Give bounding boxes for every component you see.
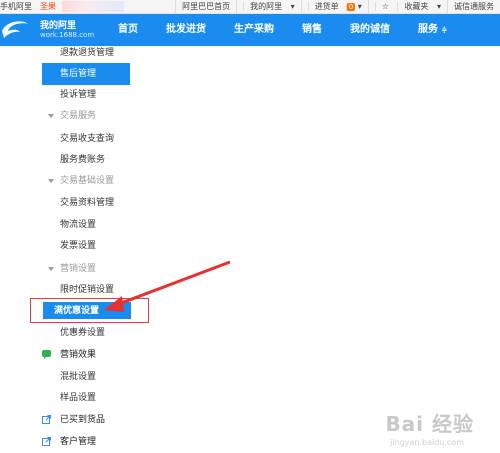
sidebar-item-trade-income[interactable]: 交易收支查询 xyxy=(0,128,130,150)
chevron-down-icon: ≑ xyxy=(441,26,448,34)
alibaba-logo-icon[interactable] xyxy=(0,18,32,40)
promo-link[interactable]: 圣果 xyxy=(40,0,56,13)
sidebar-group-marketing[interactable]: 营销设置 xyxy=(0,258,130,280)
my-alibaba-link[interactable]: 我的阿里 ▾ xyxy=(236,0,301,13)
brand-subtitle: work.1688.com xyxy=(40,31,95,39)
sidebar-group-trade-settings[interactable]: 交易基础设置 xyxy=(0,170,130,192)
external-link-icon xyxy=(42,437,51,446)
purchase-list-link[interactable]: 进货单 0 ▾ xyxy=(300,0,368,13)
sidebar-item-after-sales[interactable]: 售后管理 xyxy=(42,63,130,85)
nav-services[interactable]: 服务 ≑ xyxy=(404,14,461,46)
sidebar-item-marketing-effect[interactable]: 营销效果 xyxy=(0,344,130,366)
baidu-watermark-url: jingyan.baidu.com xyxy=(390,438,464,447)
sidebar-item-coupons[interactable]: 优惠券设置 xyxy=(0,322,130,344)
collapse-triangle-icon xyxy=(48,267,54,271)
baidu-watermark: Bai 经验 xyxy=(385,412,474,436)
chat-icon xyxy=(42,350,51,359)
alibaba-home-link[interactable]: 阿里巴巴首页 xyxy=(175,0,236,13)
sidebar-item-full-discount[interactable]: 满优惠设置 xyxy=(54,300,99,322)
top-utility-bar: 手机阿里 圣果 阿里巴巴首页 我的阿里 ▾ 进货单 0 ▾ ☆ 收藏夹 ▾ 诚信通… xyxy=(0,0,500,14)
star-icon: ☆ xyxy=(374,2,395,11)
brand-title: 我的阿里 xyxy=(40,21,77,31)
blurred-banner xyxy=(62,1,124,12)
sidebar-item-invoice[interactable]: 发票设置 xyxy=(0,235,130,257)
cart-count-badge: 0 xyxy=(345,3,356,11)
collapse-triangle-icon xyxy=(48,179,54,183)
nav-procurement[interactable]: 生产采购 xyxy=(220,14,288,46)
sidebar-item-logistics[interactable]: 物流设置 xyxy=(0,214,130,236)
sidebar-menu: 退款退货管理 售后管理 投诉管理 交易服务 交易收支查询 服务费账务 交易基础设… xyxy=(0,46,130,449)
sidebar-item-service-fees[interactable]: 服务费账务 xyxy=(0,149,130,171)
sidebar-item-samples[interactable]: 样品设置 xyxy=(0,387,130,409)
external-link-icon xyxy=(42,415,51,424)
sidebar-item-complaints[interactable]: 投诉管理 xyxy=(0,84,130,106)
sidebar-item-mixed-batch[interactable]: 混批设置 xyxy=(0,366,130,388)
nav-sales[interactable]: 销售 xyxy=(288,14,336,46)
sidebar-item-trade-data[interactable]: 交易资料管理 xyxy=(0,192,130,214)
mobile-alibaba-link[interactable]: 手机阿里 xyxy=(0,0,32,13)
trustpass-link[interactable]: 诚信通服务 xyxy=(447,0,500,13)
favorites-link[interactable]: ☆ 收藏夹 ▾ xyxy=(367,0,447,13)
sidebar-item-customers[interactable]: 客户管理 xyxy=(0,431,130,453)
collapse-triangle-icon xyxy=(48,114,54,118)
sidebar-item-purchased[interactable]: 已买到货品 xyxy=(0,409,130,431)
sidebar-group-trade-services[interactable]: 交易服务 xyxy=(0,105,130,127)
nav-my-credit[interactable]: 我的诚信 xyxy=(336,14,404,46)
nav-wholesale[interactable]: 批发进货 xyxy=(152,14,220,46)
sidebar-item-refund[interactable]: 退款退货管理 xyxy=(0,42,130,64)
